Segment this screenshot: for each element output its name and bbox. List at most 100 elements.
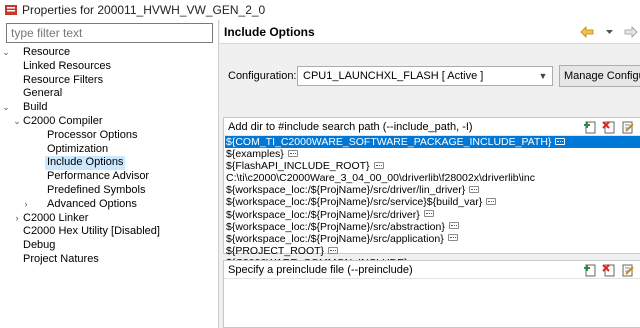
tree-item-label: Performance Advisor: [47, 170, 150, 183]
tree-item-label: Processor Options: [47, 128, 138, 141]
tree-item-label: Predefined Symbols: [47, 183, 146, 196]
include-path-item[interactable]: ${workspace_loc:/${ProjName}/src/driver}: [225, 209, 640, 221]
tree-item-label: C2000 Linker: [23, 211, 89, 224]
include-path-title: Add dir to #include search path (--inclu…: [228, 121, 473, 133]
include-path-item[interactable]: ${COM_TI_C2000WARE_SOFTWARE_PACKAGE_INCL…: [225, 136, 640, 149]
include-path-text: ${workspace_loc:/${ProjName}/src/applica…: [226, 232, 444, 245]
include-path-text: ${workspace_loc:/${ProjName}/src/driver/…: [226, 184, 466, 197]
edit-icon[interactable]: [620, 262, 636, 278]
delete-icon[interactable]: [601, 262, 617, 278]
tree-item[interactable]: Optimization: [0, 143, 219, 157]
include-path-item[interactable]: ${workspace_loc:/${ProjName}/src/driver/…: [225, 184, 640, 196]
ellipsis-icon[interactable]: [447, 234, 458, 242]
chevron-right-icon[interactable]: ›: [21, 198, 31, 212]
tree-item-label: Linked Resources: [23, 59, 112, 72]
include-path-list[interactable]: ${COM_TI_C2000WARE_SOFTWARE_PACKAGE_INCL…: [225, 136, 640, 269]
ellipsis-icon[interactable]: [287, 149, 298, 157]
include-path-item[interactable]: ${examples}: [225, 148, 640, 160]
delete-icon[interactable]: [601, 119, 617, 135]
tree-item[interactable]: Resource Filters: [0, 74, 219, 88]
page-title: Include Options: [224, 25, 315, 39]
tree-item-label: Include Options: [45, 156, 126, 171]
ellipsis-icon[interactable]: [448, 222, 459, 230]
include-path-item[interactable]: ${PROJECT_ROOT}: [225, 245, 640, 257]
configuration-label: Configuration:: [228, 70, 297, 82]
tree-item[interactable]: Linked Resources: [0, 60, 219, 74]
include-path-text: ${workspace_loc:/${ProjName}/src/abstrac…: [226, 220, 445, 233]
chevron-right-icon[interactable]: ›: [12, 212, 22, 226]
ellipsis-icon[interactable]: [373, 161, 384, 169]
include-path-text: ${COM_TI_C2000WARE_SOFTWARE_PACKAGE_INCL…: [226, 136, 552, 148]
include-path-panel: Add dir to #include search path (--inclu…: [223, 117, 640, 269]
edit-icon[interactable]: [620, 119, 636, 135]
include-path-text: ${PROJECT_ROOT}: [226, 244, 325, 257]
properties-app-icon: [5, 5, 17, 15]
filter-input[interactable]: [11, 26, 208, 40]
tree-item[interactable]: Debug: [0, 239, 219, 253]
preinclude-panel: Specify a preinclude file (--preinclude): [223, 260, 640, 328]
include-path-header: Add dir to #include search path (--inclu…: [224, 118, 640, 136]
tree-item[interactable]: ⌄ Resource: [0, 46, 219, 60]
filter-box[interactable]: [6, 23, 213, 43]
tree-item[interactable]: Include Options: [0, 156, 219, 171]
include-path-text: ${FlashAPI_INCLUDE_ROOT}: [226, 160, 370, 173]
tree-item[interactable]: C2000 Hex Utility [Disabled]: [0, 225, 219, 239]
tree-item-label: C2000 Hex Utility [Disabled]: [23, 225, 160, 238]
tree-item-label: Advanced Options: [47, 197, 137, 210]
include-path-text: ${examples}: [226, 148, 284, 161]
forward-arrow-icon[interactable]: [622, 23, 640, 41]
include-path-text: ${workspace_loc:/${ProjName}/src/service…: [226, 196, 483, 209]
configuration-select[interactable]: CPU1_LAUNCHXL_FLASH [ Active ] ▼: [297, 66, 553, 86]
add-icon[interactable]: [582, 119, 598, 135]
configuration-value: CPU1_LAUNCHXL_FLASH [ Active ]: [303, 70, 484, 82]
properties-navigation: ⌄ ResourceLinked ResourcesResource Filter…: [0, 20, 219, 328]
add-icon[interactable]: [582, 262, 598, 278]
title-bar: Properties for 200011_HVWH_VW_GEN_2_0: [0, 0, 640, 20]
ellipsis-icon[interactable]: [555, 137, 566, 145]
window-title: Properties for 200011_HVWH_VW_GEN_2_0: [22, 3, 266, 17]
tree-item[interactable]: Processor Options: [0, 129, 219, 143]
chevron-down-icon[interactable]: ⌄: [1, 46, 11, 60]
back-menu-chevron-icon[interactable]: [600, 23, 618, 41]
chevron-down-icon[interactable]: ⌄: [12, 115, 22, 129]
tree-item[interactable]: › Advanced Options: [0, 198, 219, 212]
tree-item[interactable]: General: [0, 87, 219, 101]
tree-item[interactable]: Project Natures: [0, 253, 219, 267]
page-header: Include Options: [220, 20, 640, 44]
tree-item-label: Resource Filters: [23, 73, 104, 86]
ellipsis-icon[interactable]: [469, 186, 480, 194]
ellipsis-icon[interactable]: [423, 210, 434, 218]
tree-item-label: C2000 Compiler: [23, 114, 103, 127]
include-path-text: ${workspace_loc:/${ProjName}/src/driver}: [226, 208, 420, 221]
include-path-item[interactable]: C:\ti\c2000\C2000Ware_3_04_00_00\driverl…: [225, 172, 640, 184]
include-path-item[interactable]: ${FlashAPI_INCLUDE_ROOT}: [225, 160, 640, 172]
manage-configurations-button[interactable]: Manage Configurations...: [559, 65, 640, 87]
include-path-item[interactable]: ${workspace_loc:/${ProjName}/src/abstrac…: [225, 221, 640, 233]
preinclude-toolbar: [582, 262, 636, 278]
property-tree: ⌄ Resource Linked Resources Resource Filter…: [0, 46, 219, 267]
tree-item-label: Project Natures: [23, 252, 99, 265]
tree-item-label: Resource: [23, 46, 71, 58]
tree-item-label: Debug: [23, 239, 56, 252]
ellipsis-icon[interactable]: [486, 198, 497, 206]
configuration-row: Configuration: CPU1_LAUNCHXL_FLASH [ Act…: [228, 65, 640, 88]
back-arrow-icon[interactable]: [578, 23, 596, 41]
ellipsis-icon[interactable]: [328, 246, 339, 254]
tree-item-label: Optimization: [47, 142, 109, 155]
tree-item-label: General: [23, 87, 63, 100]
tree-item-label: Build: [23, 101, 48, 114]
page-nav-buttons: [578, 23, 640, 41]
include-path-item[interactable]: ${workspace_loc:/${ProjName}/src/service…: [225, 196, 640, 208]
property-page: Include Options Configuration: CPU1_LAUN…: [220, 20, 640, 328]
tree-item[interactable]: ⌄ Build: [0, 101, 219, 115]
tree-item[interactable]: › C2000 Linker: [0, 212, 219, 226]
include-path-toolbar: [582, 119, 636, 135]
chevron-down-icon[interactable]: ▼: [536, 68, 550, 84]
chevron-down-icon[interactable]: ⌄: [1, 101, 11, 115]
include-path-item[interactable]: ${workspace_loc:/${ProjName}/src/applica…: [225, 233, 640, 245]
tree-item[interactable]: Predefined Symbols: [0, 184, 219, 198]
preinclude-title: Specify a preinclude file (--preinclude): [228, 264, 413, 276]
tree-item[interactable]: ⌄ C2000 Compiler: [0, 115, 219, 129]
include-path-text: C:\ti\c2000\C2000Ware_3_04_00_00\driverl…: [226, 172, 535, 185]
tree-item[interactable]: Performance Advisor: [0, 170, 219, 184]
